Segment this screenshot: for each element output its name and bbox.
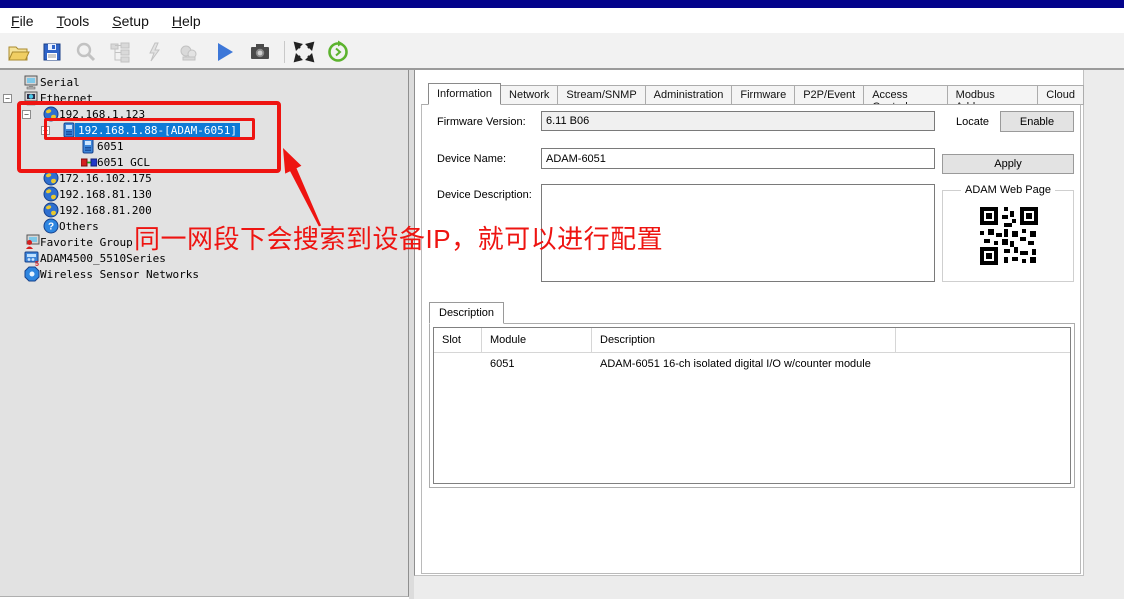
- column-header-description[interactable]: Description: [592, 328, 896, 352]
- tab-firmware[interactable]: Firmware: [731, 85, 795, 105]
- open-folder-icon[interactable]: [6, 40, 30, 64]
- expand-icon[interactable]: [292, 40, 316, 64]
- app-window: FileToolsSetupHelp Serial−Ethernet−192.1…: [0, 0, 1124, 599]
- tab-modbus-address[interactable]: Modbus Address: [947, 85, 1039, 105]
- description-tab[interactable]: Description: [429, 302, 504, 324]
- toolbar-separator: [284, 41, 285, 63]
- save-icon[interactable]: [40, 40, 64, 64]
- column-header-slot[interactable]: Slot: [434, 328, 482, 352]
- tree-expander[interactable]: −: [3, 94, 12, 103]
- toolbar: [0, 33, 1124, 70]
- menu-file[interactable]: File: [11, 13, 34, 29]
- description-group: SlotModuleDescription 6051ADAM-6051 16-c…: [429, 323, 1075, 488]
- tree-item-adam4500-5510series[interactable]: 5ADAM4500_5510Series: [0, 250, 405, 266]
- tree-item-6051[interactable]: 6051: [0, 138, 405, 154]
- tab-stream-snmp[interactable]: Stream/SNMP: [557, 85, 645, 105]
- device-name-field[interactable]: [541, 148, 935, 169]
- tree-item-192-168-81-130[interactable]: 192.168.81.130: [0, 186, 405, 202]
- tab-access-control[interactable]: Access Control: [863, 85, 947, 105]
- cell-description: ADAM-6051 16-ch isolated digital I/O w/c…: [592, 353, 896, 375]
- tree-item-192-168-1-88-adam-6051-[interactable]: −192.168.1.88-[ADAM-6051]: [0, 122, 405, 138]
- qr-code[interactable]: [980, 207, 1038, 265]
- column-header-module[interactable]: Module: [482, 328, 592, 352]
- play-icon[interactable]: [212, 40, 236, 64]
- tree-item-wireless-sensor-networks[interactable]: Wireless Sensor Networks: [0, 266, 405, 282]
- tab-p2p-event[interactable]: P2P/Event: [794, 85, 864, 105]
- refresh-icon[interactable]: [326, 40, 350, 64]
- tree-item-others[interactable]: ?Others: [0, 218, 405, 234]
- menu-setup[interactable]: Setup: [112, 13, 149, 29]
- topology-icon: [108, 40, 132, 64]
- locate-enable-button[interactable]: Enable: [1000, 111, 1074, 132]
- config-tabstrip: InformationNetworkStream/SNMPAdministrat…: [428, 83, 1083, 105]
- tree-item-6051-gcl[interactable]: 6051 GCL: [0, 154, 405, 170]
- firmware-version-field[interactable]: [541, 111, 935, 131]
- tree-expander[interactable]: −: [41, 126, 50, 135]
- tab-network[interactable]: Network: [500, 85, 558, 105]
- firmware-version-label: Firmware Version:: [437, 116, 526, 128]
- device-description-label: Device Description:: [437, 189, 532, 201]
- tab-administration[interactable]: Administration: [645, 85, 733, 105]
- tree-item-192-168-1-123[interactable]: −192.168.1.123: [0, 106, 405, 122]
- module-list-body: 6051ADAM-6051 16-ch isolated digital I/O…: [434, 353, 1070, 375]
- locate-label: Locate: [956, 116, 989, 128]
- tree-item-favorite-group[interactable]: Favorite Group: [0, 234, 405, 250]
- lightning-icon: [142, 40, 166, 64]
- title-bar: [0, 0, 1124, 8]
- tree-item-ethernet[interactable]: −Ethernet: [0, 90, 405, 106]
- apply-button[interactable]: Apply: [942, 154, 1074, 174]
- camera-icon[interactable]: [248, 40, 272, 64]
- menu-help[interactable]: Help: [172, 13, 201, 29]
- tree-item-172-16-102-175[interactable]: 172.16.102.175: [0, 170, 405, 186]
- search-icon: [74, 40, 98, 64]
- tree-item-serial[interactable]: Serial: [0, 74, 405, 90]
- adam-web-page-group: ADAM Web Page: [942, 190, 1074, 282]
- device-tree-panel: Serial−Ethernet−192.168.1.123−192.168.1.…: [0, 70, 409, 597]
- module-row[interactable]: 6051ADAM-6051 16-ch isolated digital I/O…: [434, 353, 1070, 375]
- adam-web-page-title: ADAM Web Page: [961, 184, 1055, 196]
- stamp-icon: [176, 40, 200, 64]
- module-list: SlotModuleDescription 6051ADAM-6051 16-c…: [433, 327, 1071, 484]
- tree-item-192-168-81-200[interactable]: 192.168.81.200: [0, 202, 405, 218]
- cell-module: 6051: [482, 353, 592, 375]
- tree-expander[interactable]: −: [22, 110, 31, 119]
- menu-tools[interactable]: Tools: [57, 13, 90, 29]
- device-description-field[interactable]: [541, 184, 935, 282]
- module-list-header: SlotModuleDescription: [434, 328, 1070, 353]
- menu-bar: File Tools Setup Help: [0, 8, 1124, 33]
- device-config-panel: InformationNetworkStream/SNMPAdministrat…: [414, 70, 1084, 576]
- svg-text:?: ?: [48, 222, 54, 233]
- tab-cloud[interactable]: Cloud: [1037, 85, 1084, 105]
- device-name-label: Device Name:: [437, 153, 506, 165]
- tab-information[interactable]: Information: [428, 83, 501, 105]
- cell-slot: [434, 353, 482, 375]
